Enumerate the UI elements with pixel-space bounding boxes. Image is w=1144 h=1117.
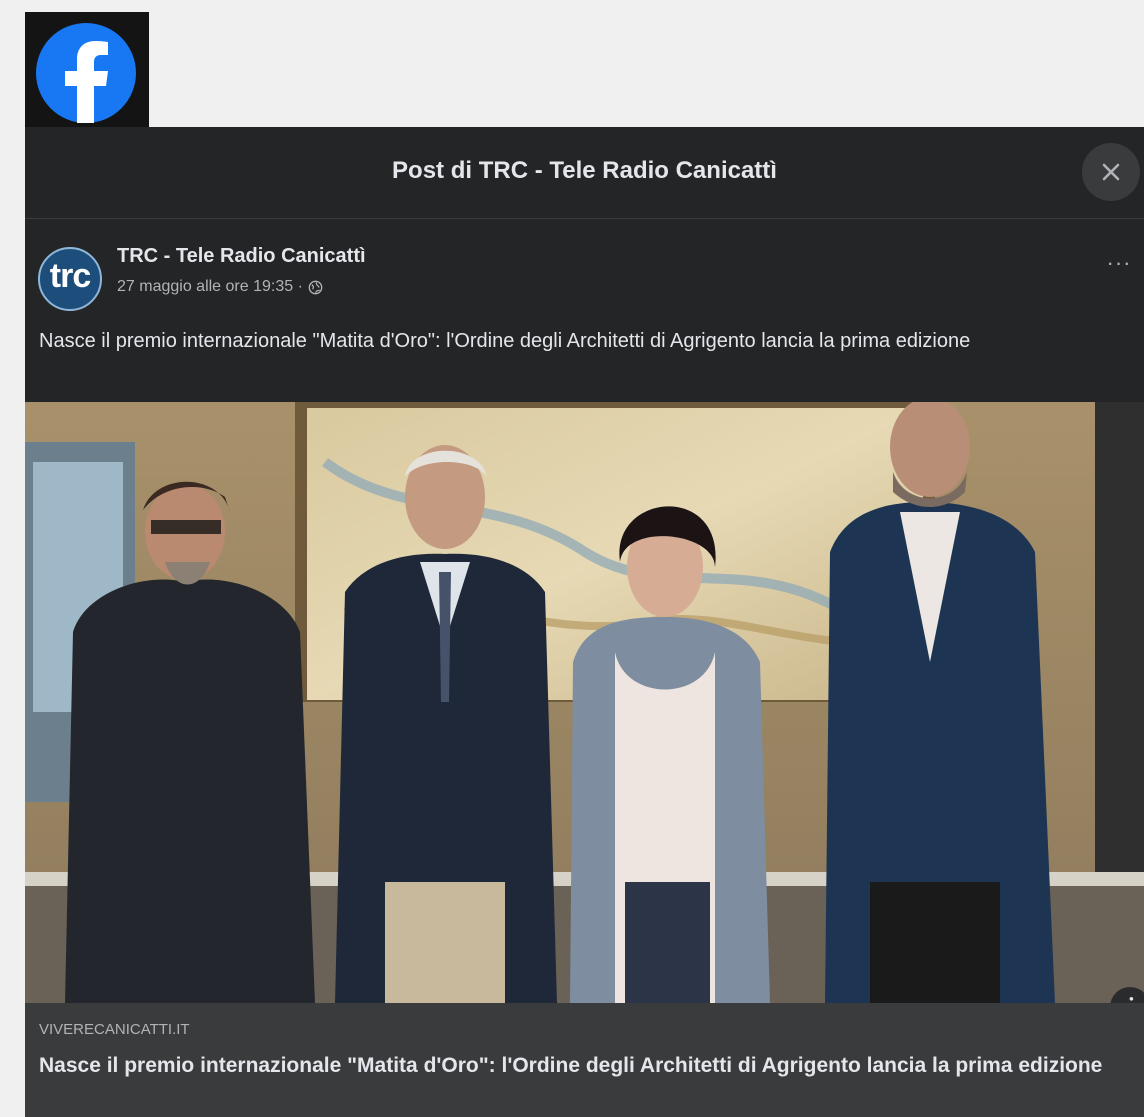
close-icon [1102, 163, 1120, 181]
facebook-logo-icon [36, 23, 136, 123]
photo-image [25, 402, 1144, 1003]
post-text: Nasce il premio internazionale "Matita d… [39, 330, 971, 352]
close-button[interactable] [1082, 143, 1140, 201]
link-domain: VIVERECANICATTI.IT [39, 1021, 190, 1038]
avatar-text: trc [49, 257, 91, 295]
modal-title: Post di TRC - Tele Radio Canicattì [392, 157, 777, 184]
link-title[interactable]: Nasce il premio internazionale "Matita d… [39, 1052, 1119, 1080]
more-options-button[interactable]: ··· [1101, 252, 1137, 281]
page-avatar[interactable]: trc [38, 247, 102, 311]
facebook-logo[interactable] [25, 12, 149, 131]
globe-icon[interactable] [308, 280, 323, 295]
link-preview[interactable]: VIVERECANICATTI.IT Nasce il premio inter… [25, 1003, 1144, 1117]
modal-header: Post di TRC - Tele Radio Canicattì [25, 127, 1144, 219]
post-meta: 27 maggio alle ore 19:35 · [117, 278, 323, 296]
post-modal: Post di TRC - Tele Radio Canicattì trc T… [25, 127, 1144, 1117]
post-author[interactable]: TRC - Tele Radio Canicattì [117, 245, 366, 268]
post-photo[interactable] [25, 402, 1144, 1003]
post-timestamp[interactable]: 27 maggio alle ore 19:35 · [117, 278, 303, 296]
